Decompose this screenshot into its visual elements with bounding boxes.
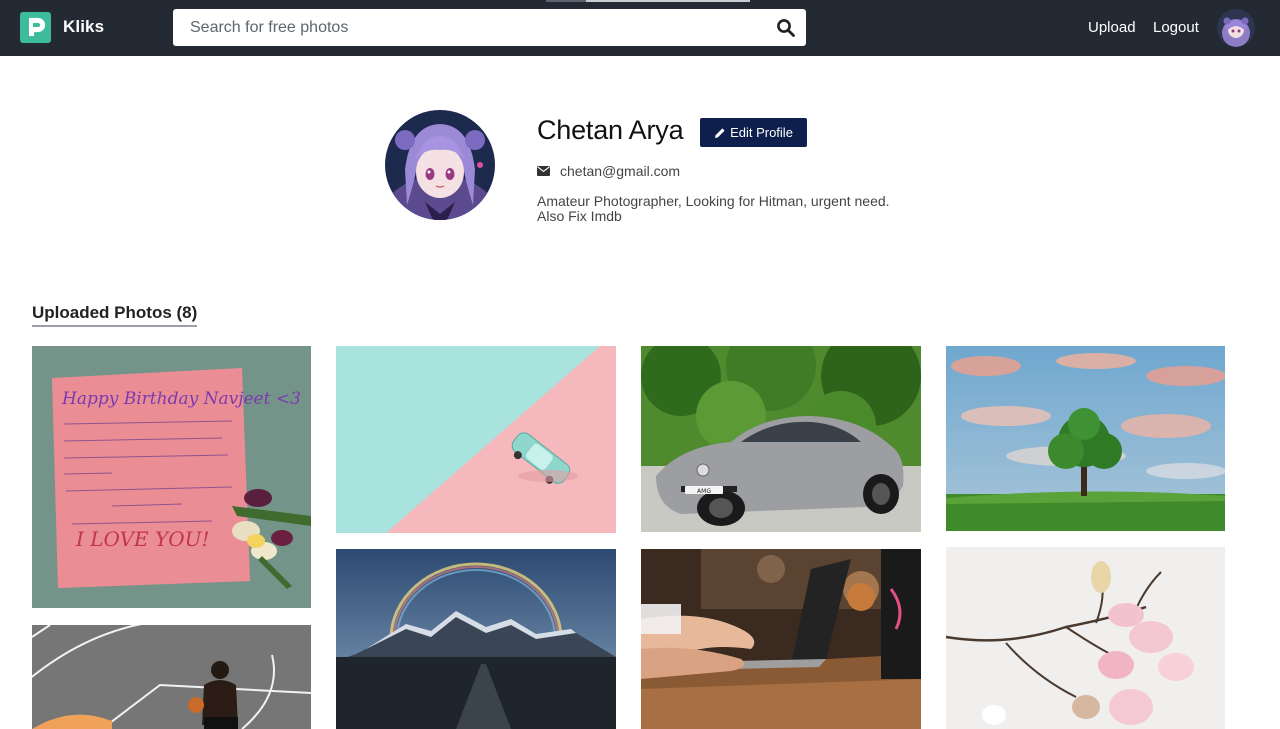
photo-tree-on-hill[interactable] [946,346,1225,531]
scroll-indicator [546,0,750,2]
photo-silver-sports-car[interactable]: AMG [641,346,921,532]
photo-birthday-note[interactable]: Happy Birthday Navjeet <3 I LOVE YOU! [32,346,311,608]
edit-profile-button[interactable]: Edit Profile [700,118,807,147]
car-plate-text: AMG [697,488,711,495]
photo-rainbow-mountains[interactable] [336,549,616,729]
pencil-icon [715,127,725,138]
note-love-text: I LOVE YOU! [75,527,209,551]
logout-link[interactable]: Logout [1153,19,1199,36]
uploaded-photos-heading: Uploaded Photos (8) [32,303,198,327]
email-row: chetan@gmail.com [537,163,680,179]
note-heading: Happy Birthday Navjeet <3 [61,389,301,409]
edit-profile-label: Edit Profile [730,125,793,140]
user-avatar[interactable] [1217,9,1255,47]
profile-bio: Amateur Photographer, Looking for Hitman… [537,193,890,224]
search-input[interactable] [173,9,763,46]
search-bar [173,9,806,46]
top-navbar: Kliks Upload Logout [0,0,1280,56]
profile-name: Chetan Arya [537,115,684,145]
profile-avatar [385,110,495,220]
kliks-logo-icon[interactable] [20,12,51,43]
brand-name[interactable]: Kliks [63,17,104,37]
photo-toy-car-pastel[interactable] [336,346,616,533]
photo-laptop-typing[interactable] [641,549,921,729]
search-icon[interactable] [776,18,796,38]
photo-basketball-player[interactable] [32,625,311,729]
profile-email: chetan@gmail.com [560,163,681,179]
upload-link[interactable]: Upload [1088,19,1136,36]
photo-magnolia-branch[interactable] [946,547,1225,729]
envelope-icon [537,166,550,176]
